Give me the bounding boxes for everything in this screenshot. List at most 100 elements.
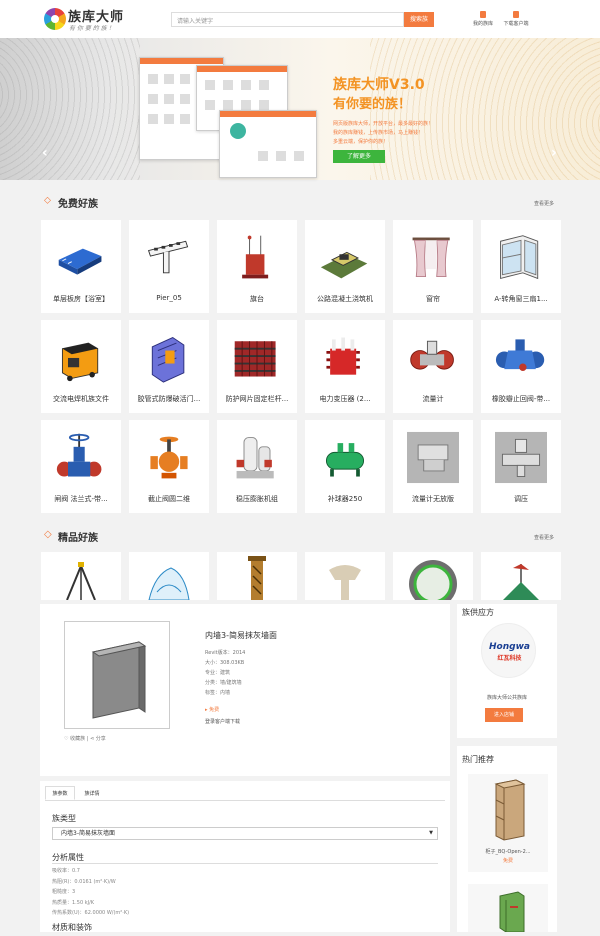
- flowmeter-icon: [407, 330, 459, 385]
- tab-family-params[interactable]: 族参数: [45, 786, 75, 800]
- search-button[interactable]: 搜索族: [404, 12, 434, 27]
- supplier-desc: 族库大师公共族库: [486, 695, 527, 701]
- round-plaque-icon: [409, 560, 457, 600]
- family-card[interactable]: 电力变压器 (2...: [305, 320, 385, 413]
- client-download-link[interactable]: 登录客户端下载: [205, 718, 240, 725]
- share-button[interactable]: 分享: [96, 736, 106, 742]
- hot-item-card[interactable]: 柜子_BQ-Open-2... 免费: [468, 774, 548, 872]
- family-type-select[interactable]: 内墙3-简易抹灰墙面 ▼: [52, 827, 438, 840]
- prop-thermal-resistance: 热阻(R)：0.0161 (m²·K)/W: [52, 879, 116, 885]
- regulator-icon: [495, 430, 547, 485]
- family-card-label: 旗台: [250, 295, 264, 303]
- top-header: 族库大师 有 你 要 的 族 ！ 请输入关键字 搜索族 我的族库 下载客户端: [0, 0, 600, 38]
- family-card[interactable]: 胶管式防爆破活门...: [129, 320, 209, 413]
- family-detail-panel: ♡ 收藏族 | ⋖ 分享 内墙3-简易抹灰墙面 Revit版本：2014 大小：…: [40, 604, 450, 776]
- family-card-label: 窗帘: [426, 295, 440, 303]
- family-card[interactable]: 流量计: [393, 320, 473, 413]
- family-card-label: 流量计无放版: [412, 495, 454, 503]
- family-name: 内墙3-简易抹灰墙面: [205, 631, 277, 640]
- supplier-logo[interactable]: Hongwa 红瓦科技: [481, 623, 536, 678]
- family-card-label: 公路混凝土浇筑机: [317, 295, 373, 303]
- hero-banner: ‹ › 族库大师V3.0 有你要的族！ 网页版族库大师，开放平台，最多最好的族！…: [0, 38, 600, 180]
- family-card[interactable]: 闸阀 法兰式-带...: [41, 420, 121, 513]
- blast-valve-icon: [143, 330, 195, 385]
- green-cabinet-icon: [499, 891, 525, 933]
- premium-card[interactable]: [217, 552, 297, 600]
- banner-next-arrow[interactable]: ›: [551, 146, 561, 160]
- free-badge: ▸ 免费: [205, 707, 220, 713]
- search-input[interactable]: 请输入关键字: [171, 12, 404, 27]
- family-card[interactable]: 交流电焊机族文件: [41, 320, 121, 413]
- family-preview-image[interactable]: [64, 621, 170, 729]
- meta-size: 大小：308.03KB: [205, 660, 245, 666]
- prop-heat-transfer: 传热系数(U)：62.0000 W/(m²·K): [52, 910, 130, 916]
- tab-family-details[interactable]: 族详情: [77, 786, 107, 800]
- premium-card[interactable]: [41, 552, 121, 600]
- family-card[interactable]: Pier_05: [129, 220, 209, 313]
- download-client-link[interactable]: 下载客户端: [499, 11, 533, 27]
- download-client-label: 下载客户端: [503, 21, 529, 27]
- prefab-house-icon: [55, 230, 107, 285]
- download-icon: [513, 11, 519, 18]
- library-icon: [480, 11, 486, 18]
- family-card-label: 胶管式防爆破活门...: [137, 395, 201, 403]
- family-card-label: 交流电焊机族文件: [53, 395, 109, 403]
- pillar-icon: [248, 556, 266, 600]
- family-card[interactable]: 补球器250: [305, 420, 385, 513]
- family-card[interactable]: 公路混凝土浇筑机: [305, 220, 385, 313]
- premium-card[interactable]: [305, 552, 385, 600]
- meta-revit-version: Revit版本：2014: [205, 650, 246, 656]
- family-card[interactable]: 稳压膨胀机组: [217, 420, 297, 513]
- prop-thermal-mass: 热质量：1.50 kJ/K: [52, 900, 95, 906]
- meta-category: 分类：墙/建筑墙: [205, 680, 242, 686]
- premium-card[interactable]: [393, 552, 473, 600]
- prop-absorptance: 吸收率：0.7: [52, 868, 80, 874]
- family-card[interactable]: 防护网片固定栏杆...: [217, 320, 297, 413]
- family-card-label: 补球器250: [327, 495, 363, 503]
- premium-more-link[interactable]: 查看更多: [534, 534, 554, 541]
- family-card[interactable]: 调压: [481, 420, 561, 513]
- family-card-label: 调压: [514, 495, 528, 503]
- banner-decoration: [0, 38, 140, 180]
- hot-title: 热门推荐: [462, 755, 494, 764]
- free-more-link[interactable]: 查看更多: [534, 200, 554, 207]
- enter-store-button[interactable]: 进入店铺: [485, 708, 523, 722]
- meta-tags: 标签：内墙: [205, 690, 231, 696]
- family-params-panel: 族参数 族详情 族类型 内墙3-简易抹灰墙面 ▼ 分析属性 吸收率：0.7 热阻(…: [40, 781, 450, 932]
- ornament-icon: [148, 567, 190, 600]
- curtain-icon: [407, 230, 459, 285]
- supplier-panel: 族供应方 Hongwa 红瓦科技 族库大师公共族库 进入店铺: [457, 604, 557, 738]
- brand-logo-icon[interactable]: [44, 8, 66, 30]
- my-library-label: 我的族库: [472, 21, 493, 27]
- free-section-title: 免费好族: [58, 199, 98, 210]
- banner-prev-arrow[interactable]: ‹: [42, 146, 52, 160]
- family-card-label: 截止阀圆二维: [148, 495, 190, 503]
- hot-item-card[interactable]: [468, 884, 548, 933]
- family-card[interactable]: 橡胶瓣止回阀-带...: [481, 320, 561, 413]
- learn-more-button[interactable]: 了解更多: [333, 150, 385, 163]
- check-valve-icon: [495, 330, 547, 385]
- family-card[interactable]: 流量计无放版: [393, 420, 473, 513]
- banner-subtitle: 有你要的族！: [333, 97, 412, 112]
- family-card-label: Pier_05: [156, 294, 182, 302]
- family-card[interactable]: 单层板房【浴室】: [41, 220, 121, 313]
- premium-card[interactable]: [481, 552, 561, 600]
- weather-vane-icon: [503, 564, 539, 600]
- meta-discipline: 专业：建筑: [205, 670, 231, 676]
- supplier-logo-text: Hongwa: [489, 642, 530, 652]
- family-card[interactable]: 截止阀圆二维: [129, 420, 209, 513]
- family-card[interactable]: 窗帘: [393, 220, 473, 313]
- premium-card[interactable]: [129, 552, 209, 600]
- pier-icon: [143, 230, 195, 285]
- favorite-button[interactable]: 收藏族 |: [70, 736, 90, 742]
- supplier-title: 族供应方: [462, 608, 494, 617]
- screenshot-mockup-3: [219, 110, 317, 178]
- family-card[interactable]: A-转角窗三扇1...: [481, 220, 561, 313]
- family-card-label: 单层板房【浴室】: [53, 295, 109, 303]
- family-type-value: 内墙3-简易抹灰墙面: [61, 830, 115, 837]
- my-library-link[interactable]: 我的族库: [468, 11, 498, 27]
- family-card[interactable]: 旗台: [217, 220, 297, 313]
- supplier-logo-cn: 红瓦科技: [497, 655, 522, 662]
- guard-rail-icon: [231, 330, 283, 385]
- chevron-down-icon: ▼: [429, 830, 433, 836]
